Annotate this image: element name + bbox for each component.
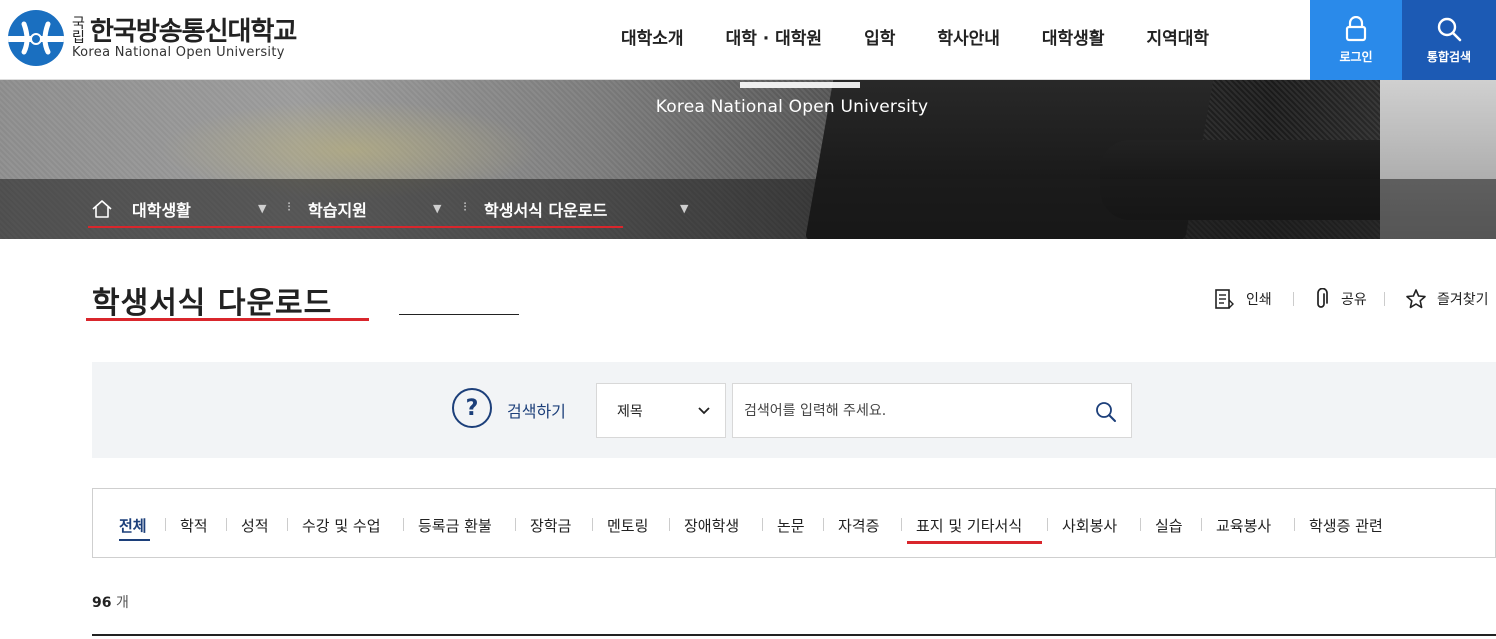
- star-icon: [1406, 289, 1426, 309]
- page-title: 학생서식 다운로드: [92, 286, 333, 321]
- tab-mentoring[interactable]: 멘토링: [607, 515, 648, 536]
- search-field-select[interactable]: 제목: [596, 383, 726, 438]
- category-tabs: 전체 학적 성적 수강 및 수업 등록금 환불 장학금 멘토링 장애학생 논문 …: [92, 488, 1496, 558]
- nav-item-admission[interactable]: 입학: [864, 24, 895, 49]
- help-icon: ?: [452, 388, 492, 428]
- tab-thesis[interactable]: 논문: [777, 515, 805, 536]
- tab-highlight: [907, 541, 1042, 544]
- home-icon[interactable]: [91, 199, 113, 219]
- chevron-down-icon: [698, 407, 710, 415]
- tab-student-id[interactable]: 학생증 관련: [1309, 515, 1383, 536]
- tab-disabled-students[interactable]: 장애학생: [684, 515, 739, 536]
- title-divider: [399, 314, 519, 315]
- tab-academic-record[interactable]: 학적: [180, 515, 208, 536]
- login-label: 로그인: [1339, 49, 1373, 64]
- tab-cover-and-other-forms[interactable]: 표지 및 기타서식: [916, 515, 1022, 536]
- chevron-down-icon[interactable]: ▼: [433, 202, 441, 215]
- tab-tuition-refund[interactable]: 등록금 환불: [418, 515, 492, 536]
- tab-scholarship[interactable]: 장학금: [530, 515, 571, 536]
- breadcrumb-item-forms-download[interactable]: 학생서식 다운로드: [484, 179, 607, 239]
- result-count-unit: 개: [115, 595, 129, 611]
- result-count-number: 96: [92, 595, 112, 611]
- logo-small-bottom: 립: [72, 30, 85, 46]
- nav-item-college[interactable]: 대학 · 대학원: [726, 24, 823, 49]
- active-tab-indicator: [119, 539, 150, 541]
- favorite-button[interactable]: 즐겨찾기: [1405, 288, 1489, 310]
- logo-name-en: Korea National Open University: [72, 45, 285, 60]
- search-icon[interactable]: [1095, 401, 1117, 423]
- logo-name-ko: 한국방송통신대학교: [90, 17, 297, 47]
- search-input[interactable]: [733, 384, 1073, 437]
- tab-grades[interactable]: 성적: [241, 515, 269, 536]
- list-top-border: [92, 634, 1496, 636]
- breadcrumb-item-campus-life[interactable]: 대학생활: [132, 179, 191, 239]
- integrated-search-button[interactable]: 통합검색: [1402, 0, 1496, 80]
- chevron-down-icon[interactable]: ▼: [258, 202, 266, 215]
- site-header: 국 립 한국방송통신대학교 Korea National Open Univer…: [0, 0, 1496, 80]
- main-nav: 대학소개 대학 · 대학원 입학 학사안내 대학생활 지역대학: [600, 24, 1230, 49]
- search-label: 검색하기: [507, 402, 566, 421]
- breadcrumb-separator: ⁝: [463, 200, 468, 215]
- login-button[interactable]: 로그인: [1310, 0, 1402, 80]
- tab-certificate[interactable]: 자격증: [838, 515, 879, 536]
- integrated-search-label: 통합검색: [1426, 49, 1472, 64]
- share-button[interactable]: 공유: [1313, 288, 1367, 310]
- print-button[interactable]: 인쇄: [1214, 288, 1272, 310]
- lock-icon: [1345, 15, 1367, 41]
- favorite-label: 즐겨찾기: [1437, 292, 1489, 308]
- print-icon: [1215, 289, 1234, 309]
- logo[interactable]: 국 립 한국방송통신대학교 Korea National Open Univer…: [8, 8, 297, 68]
- tab-all[interactable]: 전체: [119, 515, 147, 536]
- search-icon: [1437, 17, 1462, 41]
- paperclip-icon: [1317, 288, 1328, 308]
- tab-social-service[interactable]: 사회봉사: [1062, 515, 1117, 536]
- print-label: 인쇄: [1246, 292, 1272, 308]
- breadcrumb-item-learning-support[interactable]: 학습지원: [308, 179, 367, 239]
- tab-education-service[interactable]: 교육봉사: [1216, 515, 1271, 536]
- breadcrumb: 대학생활 ▼ ⁝ 학습지원 ▼ ⁝ 학생서식 다운로드 ▼: [0, 179, 1496, 239]
- title-highlight: [86, 318, 369, 321]
- nav-item-academic[interactable]: 학사안내: [937, 24, 1000, 49]
- hero-subtitle: Korea National Open University: [655, 97, 929, 117]
- hero-banner: Korea National Open University 대학생활 ▼ ⁝ …: [0, 80, 1496, 239]
- nav-item-campus-life[interactable]: 대학생활: [1042, 24, 1105, 49]
- hero-title-partial: [740, 80, 860, 88]
- share-label: 공유: [1341, 292, 1367, 308]
- logo-emblem-icon: [8, 10, 64, 66]
- breadcrumb-highlight: [88, 226, 623, 228]
- chevron-down-icon[interactable]: ▼: [680, 202, 688, 215]
- result-count: 96 개: [92, 592, 129, 612]
- nav-item-regional[interactable]: 지역대학: [1146, 24, 1209, 49]
- nav-item-about[interactable]: 대학소개: [621, 24, 684, 49]
- logo-small-top: 국: [72, 16, 85, 32]
- search-field-selected: 제목: [617, 403, 643, 420]
- tab-courses[interactable]: 수강 및 수업: [302, 515, 381, 536]
- tab-practicum[interactable]: 실습: [1155, 515, 1183, 536]
- breadcrumb-separator: ⁝: [287, 200, 292, 215]
